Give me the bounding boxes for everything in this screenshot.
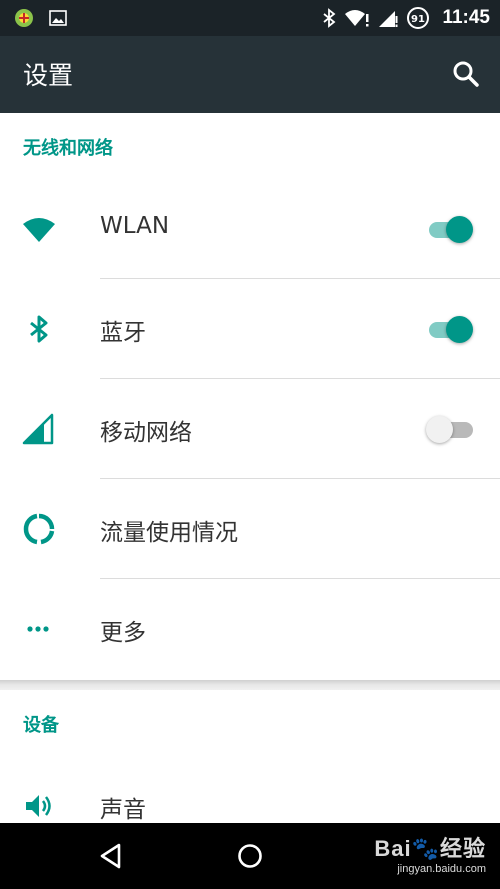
mobile-network-toggle[interactable] bbox=[426, 416, 473, 443]
signal-status-icon bbox=[379, 11, 398, 27]
battery-level-text: 91 bbox=[411, 14, 425, 25]
image-notification-icon bbox=[49, 10, 67, 26]
bluetooth-status-icon bbox=[323, 8, 336, 28]
settings-item-label: 更多 bbox=[100, 620, 146, 646]
watermark-logo: Bai🐾经验 bbox=[374, 836, 486, 861]
search-icon[interactable] bbox=[450, 58, 482, 90]
settings-item-wlan[interactable]: WLAN bbox=[0, 179, 500, 279]
app-bar: 设置 bbox=[0, 36, 500, 113]
battery-circle-icon: 91 bbox=[407, 7, 430, 29]
section-header-wireless: 无线和网络 bbox=[23, 138, 113, 159]
status-icons: 91 11:45 bbox=[322, 0, 490, 36]
section-header-device: 设备 bbox=[23, 715, 59, 736]
status-bar: 91 11:45 bbox=[0, 0, 500, 36]
wireless-networks-card: 无线和网络 WLAN 蓝牙 移动网络 流量使用情况 更多 bbox=[0, 113, 500, 680]
home-icon[interactable] bbox=[232, 838, 268, 874]
navigation-bar: Bai🐾经验 jingyan.baidu.com bbox=[0, 823, 500, 889]
app-notification-icon bbox=[15, 9, 33, 27]
clock: 11:45 bbox=[442, 7, 490, 28]
device-card: 设备 声音 bbox=[0, 690, 500, 823]
page-title: 设置 bbox=[23, 61, 74, 90]
settings-item-label: 移动网络 bbox=[100, 420, 192, 446]
settings-item-label: WLAN bbox=[100, 213, 170, 239]
settings-item-mobile-network[interactable]: 移动网络 bbox=[0, 379, 500, 479]
bluetooth-icon bbox=[30, 315, 48, 343]
more-dots-icon bbox=[27, 626, 49, 632]
settings-item-label: 蓝牙 bbox=[100, 320, 146, 346]
volume-icon bbox=[26, 795, 51, 817]
settings-item-label: 声音 bbox=[100, 797, 146, 823]
settings-item-data-usage[interactable]: 流量使用情况 bbox=[0, 479, 500, 579]
back-icon[interactable] bbox=[93, 838, 129, 874]
wifi-status-icon bbox=[345, 10, 369, 27]
data-usage-icon bbox=[23, 513, 55, 545]
wlan-toggle[interactable] bbox=[426, 216, 473, 243]
wifi-icon bbox=[23, 218, 55, 242]
settings-item-more[interactable]: 更多 bbox=[0, 579, 500, 679]
watermark: Bai🐾经验 jingyan.baidu.com bbox=[374, 831, 486, 875]
watermark-url: jingyan.baidu.com bbox=[397, 863, 486, 875]
settings-item-bluetooth[interactable]: 蓝牙 bbox=[0, 279, 500, 379]
cellular-signal-icon bbox=[22, 413, 54, 445]
bluetooth-toggle[interactable] bbox=[426, 316, 473, 343]
section-divider bbox=[0, 680, 500, 690]
settings-item-label: 流量使用情况 bbox=[100, 520, 238, 546]
